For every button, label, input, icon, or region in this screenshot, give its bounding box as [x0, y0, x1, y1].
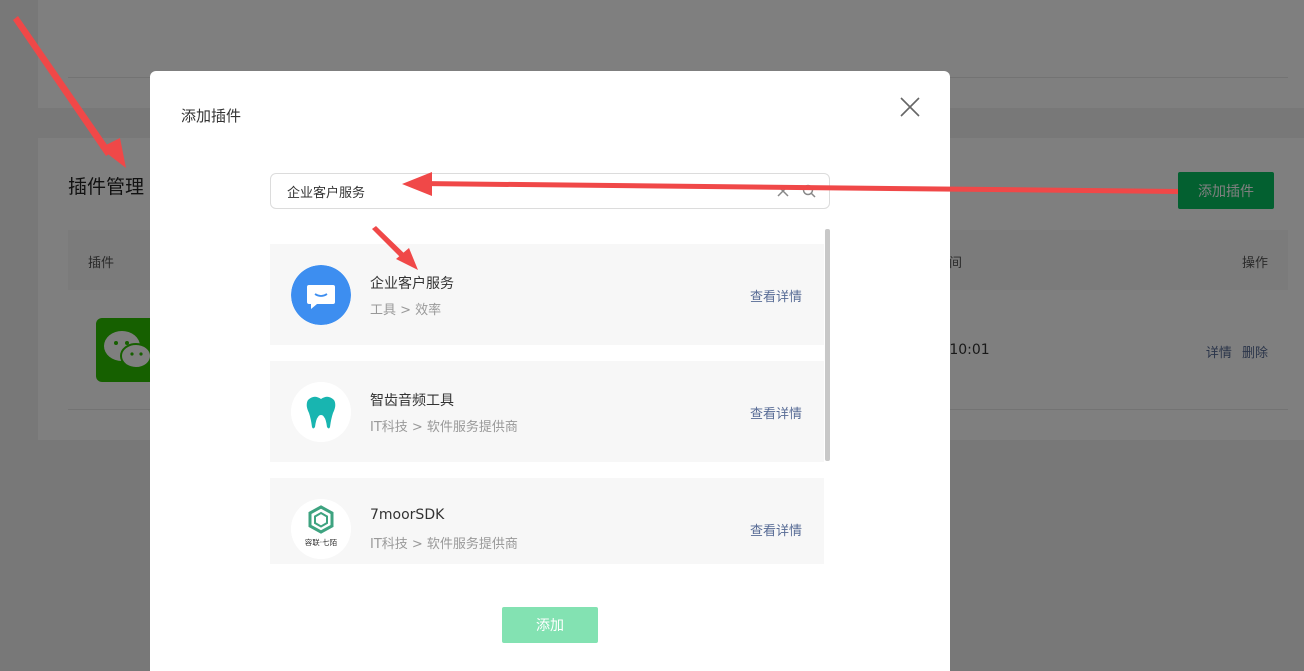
add-plugin-dialog: 添加插件 企业客户服务 工具 > 效率 查看详情: [150, 71, 950, 671]
search-input[interactable]: [271, 174, 773, 208]
plugin-list: 企业客户服务 工具 > 效率 查看详情 智齿音频工具 IT科技 > 软件服务提供…: [270, 244, 830, 564]
search-box: [270, 173, 830, 209]
plugin-name: 7moorSDK: [370, 507, 445, 523]
list-item[interactable]: 容联·七陌 7moorSDK IT科技 > 软件服务提供商 查看详情: [270, 478, 824, 564]
list-item[interactable]: 智齿音频工具 IT科技 > 软件服务提供商 查看详情: [270, 361, 824, 462]
view-detail-link[interactable]: 查看详情: [750, 286, 802, 305]
plugin-name: 智齿音频工具: [370, 393, 454, 409]
logo-text: 容联·七陌: [305, 537, 338, 547]
dialog-title: 添加插件: [181, 107, 242, 125]
view-detail-link[interactable]: 查看详情: [750, 520, 802, 539]
search-icon[interactable]: [799, 181, 819, 201]
clear-icon[interactable]: [773, 181, 793, 201]
chat-bubble-icon: [291, 265, 351, 325]
hexagon-logo-icon: 容联·七陌: [291, 499, 351, 559]
plugin-category: 工具 > 效率: [370, 303, 442, 318]
plugin-category: IT科技 > 软件服务提供商: [370, 537, 518, 552]
add-button[interactable]: 添加: [502, 607, 598, 643]
list-scrollbar[interactable]: [825, 229, 830, 461]
close-icon[interactable]: [898, 95, 922, 119]
tooth-icon: [291, 382, 351, 442]
list-item[interactable]: 企业客户服务 工具 > 效率 查看详情: [270, 244, 824, 345]
plugin-category: IT科技 > 软件服务提供商: [370, 420, 518, 435]
view-detail-link[interactable]: 查看详情: [750, 403, 802, 422]
plugin-name: 企业客户服务: [370, 276, 454, 292]
